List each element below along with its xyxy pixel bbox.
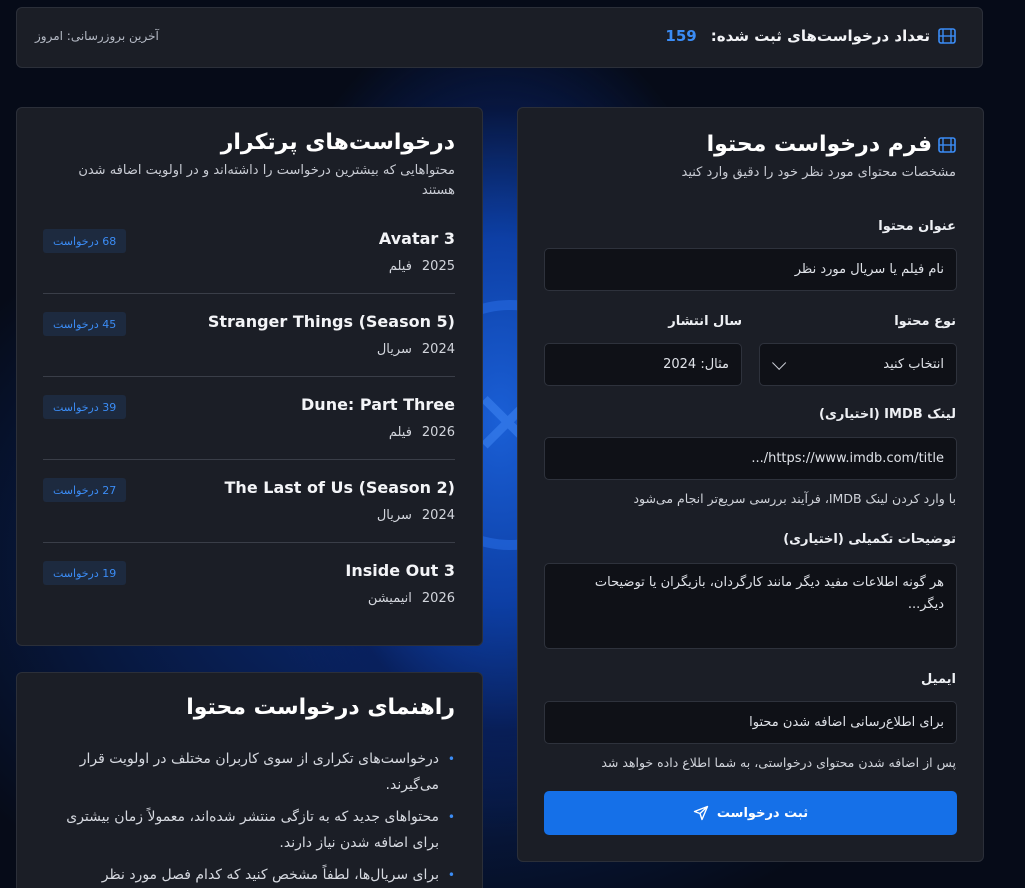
form-title: فرم درخواست محتوا: [545, 132, 956, 157]
item-year: 2025: [421, 259, 455, 274]
request-count-badge: 68 درخواست: [43, 229, 127, 253]
description-label: توضیحات تکمیلی (اختیاری): [783, 532, 956, 547]
release-year-label: سال انتشار: [668, 314, 742, 329]
request-count-badge: 45 درخواست: [43, 312, 127, 336]
list-item[interactable]: Avatar 3 2025 فیلم 68 درخواست: [43, 211, 455, 294]
item-meta: 2026 انیمیشن: [368, 591, 455, 606]
email-hint: پس از اضافه شدن محتوای درخواستی، به شما …: [601, 755, 956, 770]
item-type: سریال: [376, 342, 412, 357]
request-count-label: تعداد درخواست‌های ثبت شده:: [710, 27, 930, 45]
item-name: Avatar 3: [378, 229, 455, 248]
item-year: 2026: [421, 425, 455, 440]
email-label: ایمیل: [921, 672, 956, 687]
item-year: 2024: [421, 342, 455, 357]
guide-item: برای سریال‌ها، لطفاً مشخص کنید که کدام ف…: [37, 862, 455, 888]
item-name: Dune: Part Three: [301, 395, 455, 414]
list-item[interactable]: Inside Out 3 2026 انیمیشن 19 درخواست: [43, 543, 455, 626]
item-name: Stranger Things (Season 5): [207, 312, 455, 331]
popular-list: Avatar 3 2025 فیلم 68 درخواست Stranger T…: [43, 211, 455, 626]
form-title-text: فرم درخواست محتوا: [706, 132, 932, 157]
film-icon: [938, 136, 956, 153]
request-count-badge: 27 درخواست: [43, 478, 127, 502]
submit-request-button[interactable]: ثبت درخواست: [544, 791, 957, 835]
item-meta: 2026 فیلم: [389, 425, 455, 440]
item-type: فیلم: [388, 259, 412, 274]
request-count-badge: 19 درخواست: [43, 561, 127, 585]
request-count: تعداد درخواست‌های ثبت شده: 159: [665, 27, 956, 45]
item-type: سریال: [376, 508, 412, 523]
popular-title: درخواست‌های پرتکرار: [220, 130, 455, 155]
list-item[interactable]: Stranger Things (Season 5) 2024 سریال 45…: [43, 294, 455, 377]
item-type: فیلم: [388, 425, 412, 440]
description-textarea[interactable]: هر گونه اطلاعات مفید دیگر مانند کارگردان…: [544, 563, 957, 649]
send-icon: [693, 805, 709, 821]
guide-list: درخواست‌های تکراری از سوی کاربران مختلف …: [37, 746, 455, 888]
imdb-hint: با وارد کردن لینک IMDB، فرآیند بررسی سری…: [633, 491, 956, 506]
item-name: The Last of Us (Season 2): [224, 478, 455, 497]
chevron-down-icon: [772, 355, 787, 370]
list-item[interactable]: The Last of Us (Season 2) 2024 سریال 27 …: [43, 460, 455, 543]
popular-requests-panel: درخواست‌های پرتکرار محتواهایی که بیشترین…: [16, 107, 483, 646]
item-meta: 2024 سریال: [377, 342, 455, 357]
form-subtitle: مشخصات محتوای مورد نظر خود را دقیق وارد …: [681, 165, 956, 180]
request-guide-panel: راهنمای درخواست محتوا درخواست‌های تکراری…: [16, 672, 483, 888]
film-icon: [938, 28, 956, 44]
content-title-input[interactable]: نام فیلم یا سریال مورد نظر: [544, 248, 957, 291]
list-item[interactable]: Dune: Part Three 2026 فیلم 39 درخواست: [43, 377, 455, 460]
email-input[interactable]: برای اطلاع‌رسانی اضافه شدن محتوا: [544, 701, 957, 744]
content-title-label: عنوان محتوا: [878, 219, 956, 234]
guide-item: درخواست‌های تکراری از سوی کاربران مختلف …: [37, 746, 455, 798]
release-year-input[interactable]: مثال: 2024: [544, 343, 742, 386]
request-count-badge: 39 درخواست: [43, 395, 127, 419]
item-meta: 2025 فیلم: [389, 259, 455, 274]
item-meta: 2024 سریال: [377, 508, 455, 523]
item-name: Inside Out 3: [345, 561, 455, 580]
request-form-panel: فرم درخواست محتوا مشخصات محتوای مورد نظر…: [517, 107, 984, 862]
item-year: 2024: [421, 508, 455, 523]
request-count-value: 159: [665, 27, 697, 45]
content-type-value: انتخاب کنید: [883, 357, 944, 372]
submit-label: ثبت درخواست: [716, 805, 809, 821]
popular-subtitle: محتواهایی که بیشترین درخواست را داشته‌ان…: [78, 163, 455, 198]
content-type-label: نوع محتوا: [894, 314, 956, 329]
guide-title: راهنمای درخواست محتوا: [186, 695, 455, 720]
content-type-select[interactable]: انتخاب کنید: [759, 343, 957, 386]
item-type: انیمیشن: [367, 591, 412, 606]
last-update-text: آخرین بروزرسانی: امروز: [35, 29, 159, 43]
imdb-link-input[interactable]: https://www.imdb.com/title/...: [544, 437, 957, 480]
stats-bar: تعداد درخواست‌های ثبت شده: 159 آخرین برو…: [16, 7, 983, 68]
item-year: 2026: [421, 591, 455, 606]
guide-item: محتواهای جدید که به تازگی منتشر شده‌اند،…: [37, 804, 455, 856]
imdb-link-label: لینک IMDB (اختیاری): [819, 407, 956, 422]
